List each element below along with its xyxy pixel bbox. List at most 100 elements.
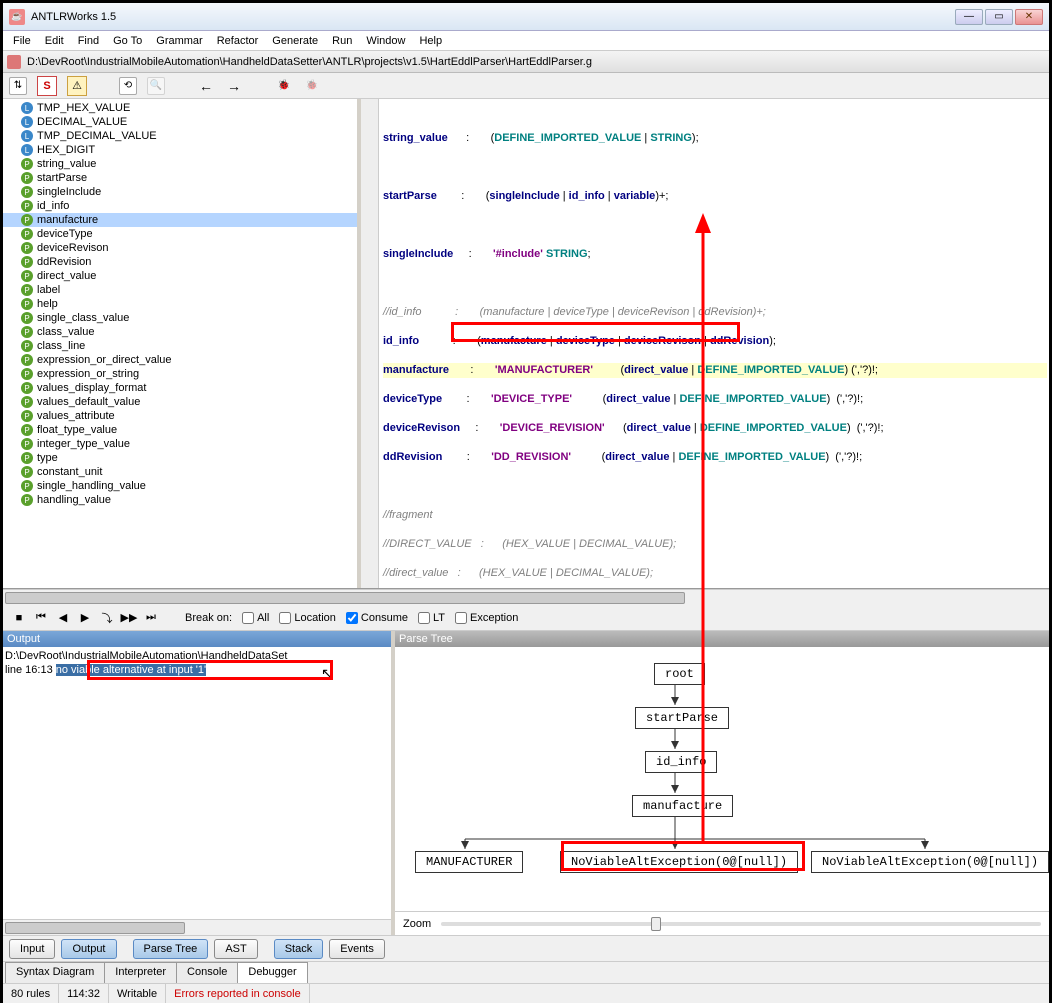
maximize-button[interactable]: ▭: [985, 9, 1013, 25]
tree-item-singleInclude[interactable]: PsingleInclude: [3, 185, 357, 199]
tree-item-label: single_class_value: [37, 312, 129, 324]
tab-stack[interactable]: Stack: [274, 939, 324, 959]
menu-grammar[interactable]: Grammar: [150, 33, 208, 49]
tab-console[interactable]: Console: [176, 962, 238, 983]
menu-edit[interactable]: Edit: [39, 33, 70, 49]
parsetree-canvas[interactable]: root startParse id_info manufacture MANU…: [395, 647, 1049, 911]
chk-consume[interactable]: Consume: [346, 612, 408, 624]
tree-item-TMP_HEX_VALUE[interactable]: LTMP_HEX_VALUE: [3, 101, 357, 115]
tree-item-values_default_value[interactable]: Pvalues_default_value: [3, 395, 357, 409]
stop-button[interactable]: ■: [11, 610, 27, 626]
tree-item-TMP_DECIMAL_VALUE[interactable]: LTMP_DECIMAL_VALUE: [3, 129, 357, 143]
zoom-slider[interactable]: [441, 922, 1041, 926]
output-error-selection[interactable]: no viable alternative at input '1': [56, 664, 206, 676]
tree-item-float_type_value[interactable]: Pfloat_type_value: [3, 423, 357, 437]
node-manufacturer-token[interactable]: MANUFACTURER: [415, 851, 523, 873]
tab-debugger[interactable]: Debugger: [237, 962, 307, 983]
nav-fwd-button[interactable]: →: [225, 77, 243, 95]
tree-item-constant_unit[interactable]: Pconstant_unit: [3, 465, 357, 479]
minimize-button[interactable]: —: [955, 9, 983, 25]
chk-location[interactable]: Location: [279, 612, 336, 624]
tree-item-label: expression_or_direct_value: [37, 354, 172, 366]
tree-item-handling_value[interactable]: Phandling_value: [3, 493, 357, 507]
step-last-button[interactable]: ⏭: [143, 610, 159, 626]
tree-item-label[interactable]: Plabel: [3, 283, 357, 297]
sort-button[interactable]: ⇅: [9, 77, 27, 95]
tab-parsetree[interactable]: Parse Tree: [133, 939, 209, 959]
tree-item-expression_or_string[interactable]: Pexpression_or_string: [3, 367, 357, 381]
rules-tree[interactable]: LTMP_HEX_VALUELDECIMAL_VALUELTMP_DECIMAL…: [3, 99, 361, 588]
close-button[interactable]: ✕: [1015, 9, 1043, 25]
tab-syntax-diagram[interactable]: Syntax Diagram: [5, 962, 105, 983]
tree-item-label: HEX_DIGIT: [37, 144, 95, 156]
tree-item-label: constant_unit: [37, 466, 102, 478]
step-fast-button[interactable]: ▶▶: [121, 610, 137, 626]
zoom-thumb[interactable]: [651, 917, 661, 931]
tab-input[interactable]: Input: [9, 939, 55, 959]
menu-generate[interactable]: Generate: [266, 33, 324, 49]
chk-all[interactable]: All: [242, 612, 269, 624]
menu-help[interactable]: Help: [413, 33, 448, 49]
node-idinfo[interactable]: id_info: [645, 751, 717, 773]
tab-interpreter[interactable]: Interpreter: [104, 962, 177, 983]
tree-item-class_line[interactable]: Pclass_line: [3, 339, 357, 353]
chk-exception[interactable]: Exception: [455, 612, 518, 624]
menu-find[interactable]: Find: [72, 33, 105, 49]
tree-item-DECIMAL_VALUE[interactable]: LDECIMAL_VALUE: [3, 115, 357, 129]
tool-button-1[interactable]: ⟲: [119, 77, 137, 95]
menu-window[interactable]: Window: [360, 33, 411, 49]
tree-item-deviceRevison[interactable]: PdeviceRevison: [3, 241, 357, 255]
menu-file[interactable]: File: [7, 33, 37, 49]
node-exception-1[interactable]: NoViableAltException(0@[null]): [560, 851, 798, 873]
tree-item-startParse[interactable]: PstartParse: [3, 171, 357, 185]
chk-lt[interactable]: LT: [418, 612, 445, 624]
node-exception-2[interactable]: NoViableAltException(0@[null]): [811, 851, 1049, 873]
tree-item-deviceType[interactable]: PdeviceType: [3, 227, 357, 241]
menu-run[interactable]: Run: [326, 33, 358, 49]
step-back-button[interactable]: ◀: [55, 610, 71, 626]
tree-item-id_info[interactable]: Pid_info: [3, 199, 357, 213]
tree-item-string_value[interactable]: Pstring_value: [3, 157, 357, 171]
tree-item-single_class_value[interactable]: Psingle_class_value: [3, 311, 357, 325]
syntax-button[interactable]: S: [37, 76, 57, 96]
parser-rule-icon: P: [21, 396, 33, 408]
nav-back-button[interactable]: ←: [197, 77, 215, 95]
tree-item-manufacture[interactable]: Pmanufacture: [3, 213, 357, 227]
output-panel[interactable]: D:\DevRoot\IndustrialMobileAutomation\Ha…: [3, 647, 391, 919]
step-over-button[interactable]: ⤵: [99, 610, 115, 626]
node-root[interactable]: root: [654, 663, 705, 685]
menu-refactor[interactable]: Refactor: [211, 33, 265, 49]
output-hscroll[interactable]: [3, 919, 391, 935]
tree-item-HEX_DIGIT[interactable]: LHEX_DIGIT: [3, 143, 357, 157]
menu-goto[interactable]: Go To: [107, 33, 148, 49]
zoom-label: Zoom: [403, 918, 431, 930]
tree-item-integer_type_value[interactable]: Pinteger_type_value: [3, 437, 357, 451]
tab-ast[interactable]: AST: [214, 939, 257, 959]
tab-output[interactable]: Output: [61, 939, 116, 959]
output-line2a: line 16:13: [5, 664, 56, 676]
tree-item-values_display_format[interactable]: Pvalues_display_format: [3, 381, 357, 395]
tree-item-expression_or_direct_value[interactable]: Pexpression_or_direct_value: [3, 353, 357, 367]
step-first-button[interactable]: ⏮: [33, 610, 49, 626]
node-manufacture[interactable]: manufacture: [632, 795, 733, 817]
tree-item-label: integer_type_value: [37, 438, 130, 450]
tree-item-values_attribute[interactable]: Pvalues_attribute: [3, 409, 357, 423]
tree-item-type[interactable]: Ptype: [3, 451, 357, 465]
tree-item-help[interactable]: Phelp: [3, 297, 357, 311]
tree-item-direct_value[interactable]: Pdirect_value: [3, 269, 357, 283]
debug-bug-button[interactable]: 🐞: [275, 77, 293, 95]
code-editor[interactable]: string_value : (DEFINE_IMPORTED_VALUE | …: [361, 99, 1049, 588]
tree-item-single_handling_value[interactable]: Psingle_handling_value: [3, 479, 357, 493]
step-fwd-button[interactable]: ▶: [77, 610, 93, 626]
tree-item-class_value[interactable]: Pclass_value: [3, 325, 357, 339]
parser-rule-icon: P: [21, 368, 33, 380]
tree-item-ddRevision[interactable]: PddRevision: [3, 255, 357, 269]
node-startparse[interactable]: startParse: [635, 707, 729, 729]
tree-item-label: deviceType: [37, 228, 93, 240]
tab-events[interactable]: Events: [329, 939, 385, 959]
editor-hscroll[interactable]: [3, 589, 1049, 605]
parser-rule-icon: P: [21, 340, 33, 352]
debug-bug2-button[interactable]: 🐞: [303, 77, 321, 95]
warning-button[interactable]: ⚠: [67, 76, 87, 96]
tool-button-2[interactable]: 🔍: [147, 77, 165, 95]
